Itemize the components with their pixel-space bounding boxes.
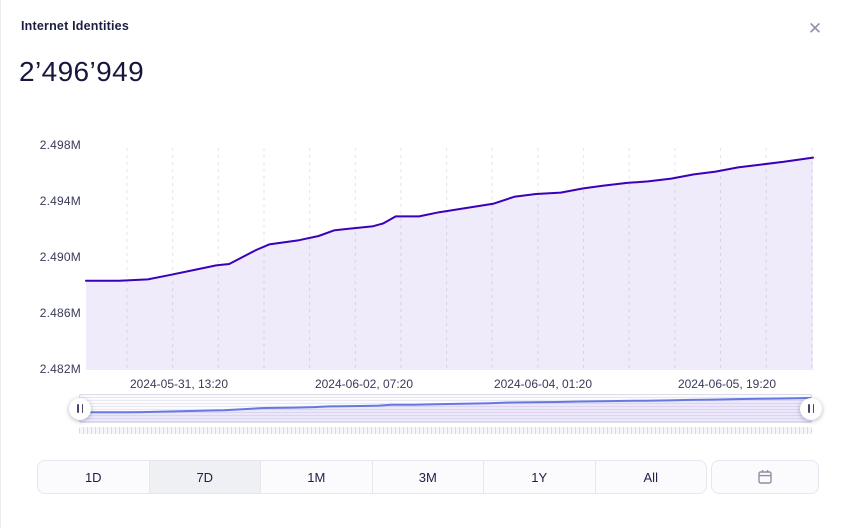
calendar-button[interactable] bbox=[711, 460, 819, 494]
range-brush[interactable] bbox=[79, 394, 812, 423]
handle-grip-icon bbox=[808, 404, 810, 413]
panel-title: Internet Identities bbox=[21, 19, 129, 33]
close-icon[interactable]: ✕ bbox=[802, 16, 828, 42]
handle-grip-icon bbox=[77, 404, 79, 413]
brush-tick-ruler bbox=[79, 427, 812, 434]
y-tick-label: 2.498M bbox=[31, 138, 81, 152]
handle-grip-icon bbox=[813, 404, 815, 413]
x-tick-label: 2024-06-05, 19:20 bbox=[652, 377, 802, 391]
current-value: 2’496’949 bbox=[19, 56, 144, 88]
range-button-7d[interactable]: 7D bbox=[150, 461, 262, 493]
x-tick-label: 2024-06-02, 07:20 bbox=[289, 377, 439, 391]
range-button-1m[interactable]: 1M bbox=[261, 461, 373, 493]
range-button-3m[interactable]: 3M bbox=[373, 461, 485, 493]
brush-handle-left[interactable] bbox=[69, 398, 91, 420]
brush-handle-right[interactable] bbox=[800, 398, 822, 420]
series-area bbox=[80, 398, 811, 422]
range-button-1y[interactable]: 1Y bbox=[484, 461, 596, 493]
main-chart[interactable] bbox=[86, 140, 813, 370]
y-tick-label: 2.490M bbox=[31, 250, 81, 264]
calendar-icon bbox=[755, 467, 775, 487]
internet-identities-panel: Internet Identities ✕ 2’496’949 2.498M 2… bbox=[0, 0, 850, 528]
range-selector: 1D 7D 1M 3M 1Y All bbox=[37, 460, 707, 494]
range-button-all[interactable]: All bbox=[596, 461, 707, 493]
range-button-1d[interactable]: 1D bbox=[38, 461, 150, 493]
y-tick-label: 2.486M bbox=[31, 306, 81, 320]
x-tick-label: 2024-05-31, 13:20 bbox=[104, 377, 254, 391]
y-tick-label: 2.494M bbox=[31, 194, 81, 208]
x-tick-label: 2024-06-04, 01:20 bbox=[468, 377, 618, 391]
y-tick-label: 2.482M bbox=[31, 362, 81, 376]
series-area bbox=[86, 158, 813, 370]
handle-grip-icon bbox=[82, 404, 84, 413]
